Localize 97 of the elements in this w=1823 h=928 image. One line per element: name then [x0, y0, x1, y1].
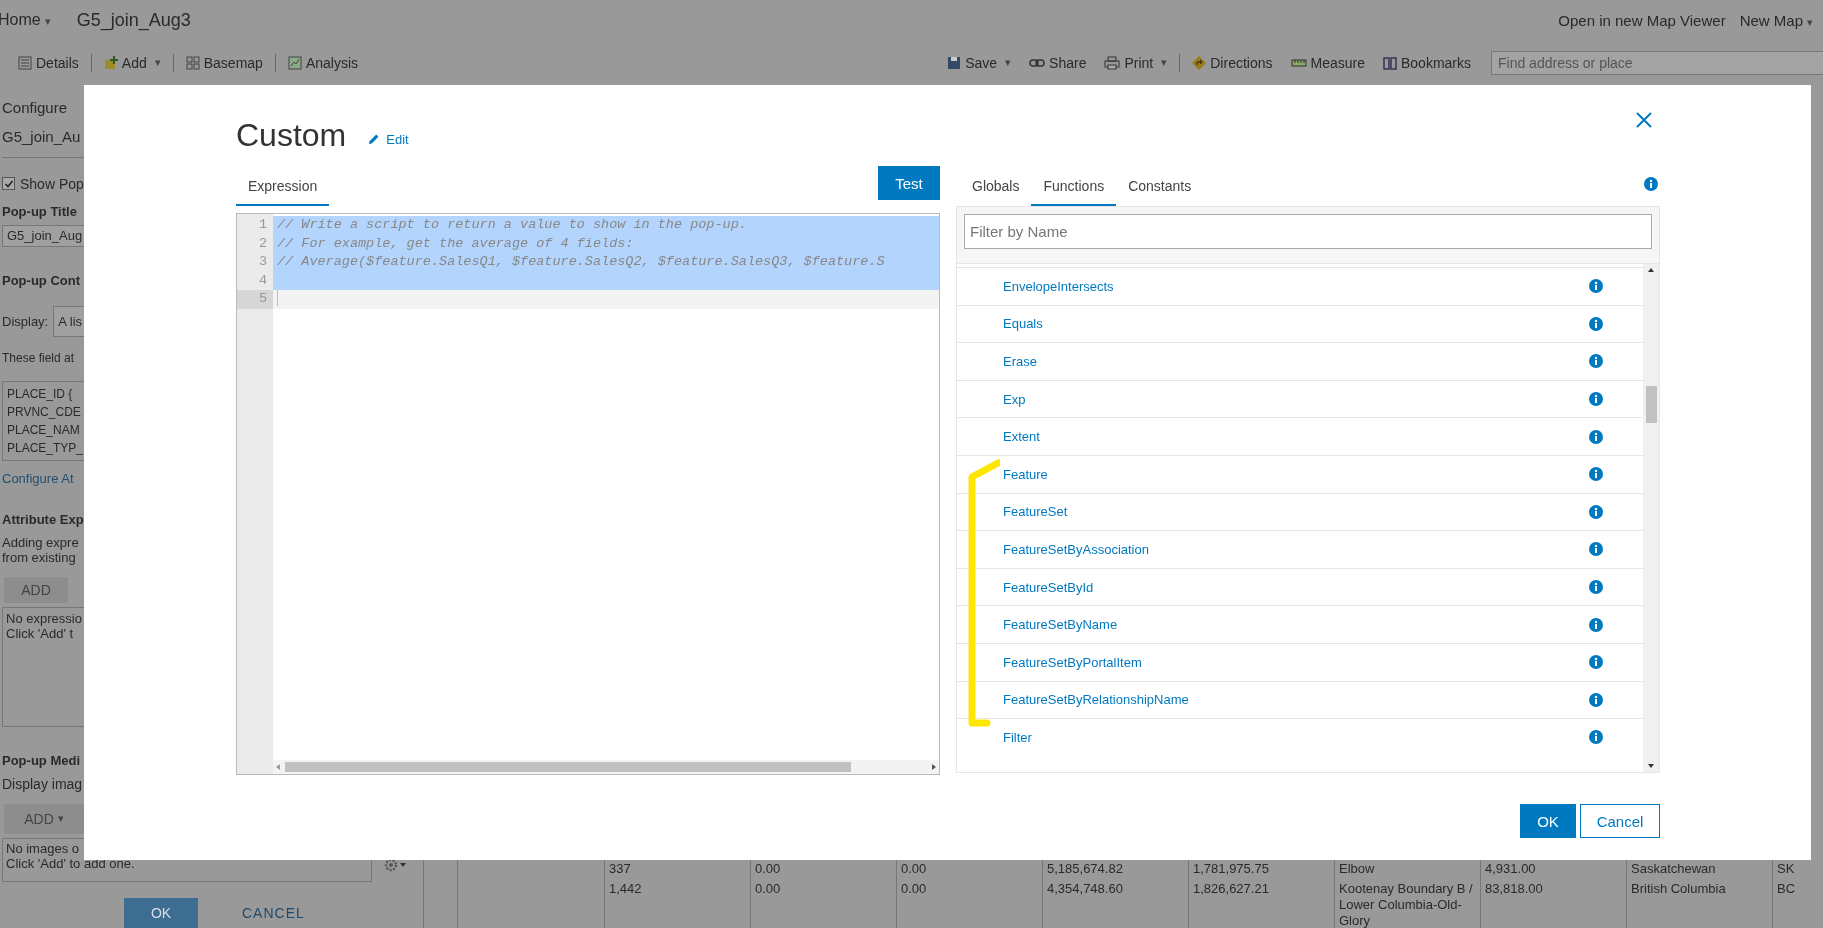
link-icon	[1029, 57, 1046, 68]
info-icon[interactable]	[1589, 692, 1603, 707]
grid-icon	[185, 55, 200, 70]
map-title: G5_join_Aug3	[76, 9, 191, 31]
scrollbar[interactable]	[273, 760, 939, 774]
line-number: 5	[237, 290, 273, 309]
dialog-title: Custom	[236, 116, 347, 154]
table-cell: British Columbia	[1627, 876, 1773, 928]
toolbar-button[interactable]: Save ▾	[941, 54, 1018, 71]
table-cell-text: BC	[1776, 880, 1797, 898]
configure-link[interactable]: Configure At	[2, 470, 74, 486]
close-icon[interactable]	[1636, 112, 1652, 128]
toolbar-button[interactable]: Details	[12, 54, 85, 71]
line-number: 4	[257, 271, 268, 290]
filter-field[interactable]: Filter by Name	[964, 214, 1652, 249]
cancel-button[interactable]: Cancel	[1580, 804, 1660, 838]
info-icon[interactable]	[1644, 177, 1658, 191]
chart-icon	[287, 55, 302, 70]
info-icon[interactable]	[1589, 730, 1603, 745]
toolbar-button[interactable]: Basemap	[179, 54, 269, 71]
expression-tab[interactable]: Expression	[236, 168, 330, 206]
cancel-button[interactable]: CANCEL	[242, 905, 305, 921]
reference-tab[interactable]: Globals	[960, 168, 1032, 206]
info-icon[interactable]	[1589, 316, 1603, 331]
edit-link[interactable]: Edit	[368, 131, 409, 147]
table-cell: 83,818.00	[1481, 876, 1627, 928]
pencil-icon	[368, 133, 381, 145]
panel-heading: Configure	[2, 99, 68, 116]
plus-icon	[103, 55, 118, 70]
function-item[interactable]: FeatureSetByAssociation	[1003, 541, 1589, 557]
function-item[interactable]: Exp	[1003, 391, 1589, 407]
search-field[interactable]: Find address or place	[1491, 50, 1823, 75]
function-item[interactable]: EnvelopeIntersects	[1003, 278, 1589, 294]
info-icon[interactable]	[1589, 580, 1603, 595]
toolbar-button[interactable]: Analysis	[281, 54, 364, 71]
section-label: Attribute Exp	[2, 511, 84, 527]
printer-icon	[1104, 55, 1121, 70]
table-cell: 1,826,627.21	[1189, 876, 1335, 928]
scrollbar[interactable]	[1643, 264, 1659, 772]
add-button[interactable]: ADD	[4, 576, 68, 604]
toolbar-button[interactable]: Add ▾	[97, 54, 167, 71]
section-label: Pop-up Title	[2, 203, 77, 219]
table-cell: Kootenay Boundary B / Lower Columbia-Old-Glory	[1335, 876, 1481, 928]
table-cell-text: SK	[1776, 860, 1796, 876]
ok-button[interactable]: OK	[1520, 804, 1576, 838]
line-number: 1	[257, 216, 268, 234]
toolbar-button[interactable]: Directions	[1186, 54, 1279, 71]
table-cell: 0.00	[751, 876, 897, 928]
function-item[interactable]: FeatureSet	[1003, 504, 1589, 520]
function-item[interactable]: FeatureSetByName	[1003, 617, 1589, 633]
info-icon[interactable]	[1589, 617, 1603, 632]
test-button[interactable]: Test	[878, 166, 940, 200]
toolbar-button[interactable]: Bookmarks	[1376, 54, 1477, 71]
diamond-icon	[1192, 55, 1207, 70]
info-icon[interactable]	[1589, 542, 1603, 557]
section-label: Pop-up Medi	[2, 752, 80, 768]
line-number: 2	[257, 234, 268, 253]
function-item[interactable]: FeatureSetById	[1003, 579, 1589, 595]
expressions-note: Adding expre from existing	[2, 534, 79, 565]
display-label: Display:	[2, 313, 49, 329]
map-viewer-link[interactable]: Open in new Map Viewer	[1558, 11, 1726, 29]
toolbar-button[interactable]: Measure	[1284, 54, 1371, 71]
gear-icon[interactable]	[384, 858, 408, 872]
list-icon	[18, 55, 32, 70]
function-item[interactable]: Extent	[1003, 429, 1589, 445]
info-icon[interactable]	[1589, 504, 1603, 519]
info-icon[interactable]	[1589, 354, 1603, 369]
scroll-thumb[interactable]	[1645, 386, 1657, 423]
check-icon	[3, 178, 14, 189]
function-item[interactable]: Filter	[1003, 729, 1589, 745]
fields-note: These field at	[2, 350, 75, 365]
function-item[interactable]: Erase	[1003, 354, 1589, 369]
layer-name: G5_join_Au	[2, 128, 81, 145]
table-cell: 4,354,748.60	[1043, 876, 1189, 928]
book-icon	[1382, 55, 1397, 70]
info-icon[interactable]	[1589, 392, 1603, 407]
info-icon[interactable]	[1589, 279, 1603, 294]
home-menu[interactable]: Home ▾	[0, 11, 51, 29]
media-note: Display imag	[2, 775, 83, 792]
ok-button[interactable]: OK	[124, 898, 198, 928]
add-button[interactable]: ADD ▾	[4, 803, 84, 834]
toolbar-button[interactable]: Print ▾	[1098, 54, 1174, 71]
line-number: 3	[257, 253, 268, 271]
reference-tab[interactable]: Constants	[1116, 168, 1204, 206]
function-item[interactable]: Equals	[1003, 316, 1589, 332]
toolbar-button[interactable]: Share	[1023, 54, 1093, 71]
table-cell: 1,442	[605, 876, 751, 928]
function-item[interactable]: FeatureSetByPortalItem	[1003, 654, 1589, 670]
section-label: Pop-up Cont	[2, 272, 80, 288]
function-item[interactable]: FeatureSetByRelationshipName	[1003, 692, 1589, 708]
new-map-menu[interactable]: New Map ▾	[1739, 11, 1813, 29]
info-icon[interactable]	[1589, 467, 1603, 482]
function-item[interactable]: Feature	[1003, 466, 1589, 482]
info-icon[interactable]	[1589, 429, 1603, 444]
show-popup-checkbox[interactable]: Show Pop	[2, 175, 84, 192]
info-icon[interactable]	[1589, 655, 1603, 670]
table-cell: 0.00	[897, 876, 1043, 928]
